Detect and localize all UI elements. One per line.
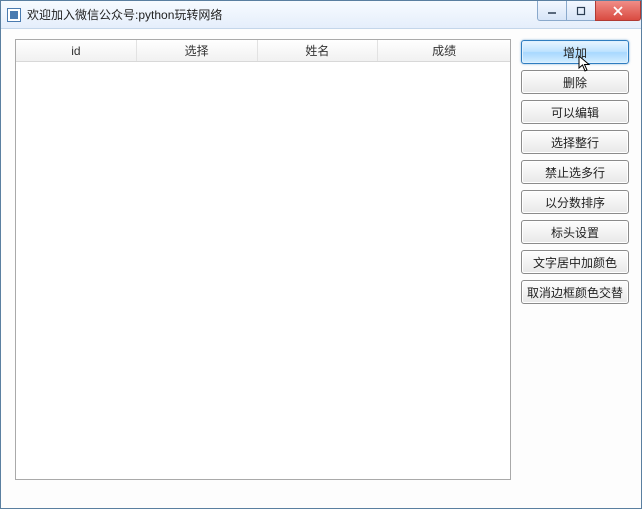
table-column-id[interactable]: id xyxy=(16,40,137,61)
sort-score-button[interactable]: 以分数排序 xyxy=(521,190,629,214)
no-multiselect-button[interactable]: 禁止选多行 xyxy=(521,160,629,184)
editable-button[interactable]: 可以编辑 xyxy=(521,100,629,124)
select-row-button[interactable]: 选择整行 xyxy=(521,130,629,154)
client-area: id 选择 姓名 成绩 增加 删除 可以编辑 选择整行 禁止选多行 以分数排序 … xyxy=(1,29,641,508)
button-label: 文字居中加颜色 xyxy=(533,254,617,271)
minimize-icon xyxy=(547,6,557,16)
side-buttons: 增加 删除 可以编辑 选择整行 禁止选多行 以分数排序 标头设置 文字居中加颜色… xyxy=(521,39,629,480)
maximize-icon xyxy=(576,6,586,16)
maximize-button[interactable] xyxy=(566,1,596,21)
button-label: 删除 xyxy=(563,74,587,91)
table-column-score[interactable]: 成绩 xyxy=(378,40,510,61)
button-label: 以分数排序 xyxy=(545,194,605,211)
table-column-select[interactable]: 选择 xyxy=(137,40,258,61)
button-label: 可以编辑 xyxy=(551,104,599,121)
table-body[interactable] xyxy=(16,62,510,479)
window-title: 欢迎加入微信公众号:python玩转网络 xyxy=(27,6,222,23)
app-window: 欢迎加入微信公众号:python玩转网络 id 选择 姓名 成绩 xyxy=(0,0,642,509)
titlebar[interactable]: 欢迎加入微信公众号:python玩转网络 xyxy=(1,1,641,29)
button-label: 增加 xyxy=(563,44,587,61)
window-controls xyxy=(538,1,641,21)
close-icon xyxy=(612,5,624,17)
add-button[interactable]: 增加 xyxy=(521,40,629,64)
minimize-button[interactable] xyxy=(537,1,567,21)
button-label: 标头设置 xyxy=(551,224,599,241)
button-label: 禁止选多行 xyxy=(545,164,605,181)
delete-button[interactable]: 删除 xyxy=(521,70,629,94)
table[interactable]: id 选择 姓名 成绩 xyxy=(15,39,511,480)
cancel-border-alt-button[interactable]: 取消边框颜色交替 xyxy=(521,280,629,304)
table-column-name[interactable]: 姓名 xyxy=(258,40,379,61)
close-button[interactable] xyxy=(595,1,641,21)
header-settings-button[interactable]: 标头设置 xyxy=(521,220,629,244)
button-label: 取消边框颜色交替 xyxy=(527,284,623,301)
text-center-color-button[interactable]: 文字居中加颜色 xyxy=(521,250,629,274)
table-header: id 选择 姓名 成绩 xyxy=(16,40,510,62)
button-label: 选择整行 xyxy=(551,134,599,151)
app-icon xyxy=(7,8,21,22)
